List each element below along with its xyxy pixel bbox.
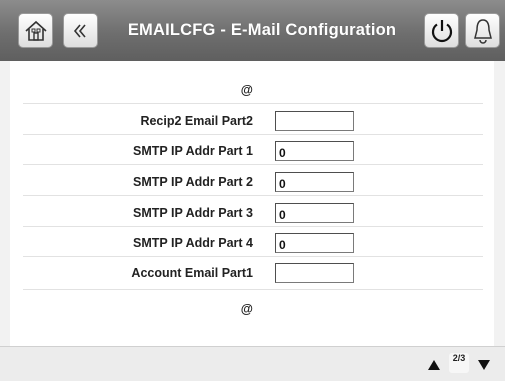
at-symbol-bottom: @ (240, 302, 253, 316)
back-button[interactable] (63, 13, 98, 48)
content-panel: @ Recip2 Email Part2 SMTP IP Addr Part 1… (10, 61, 494, 346)
divider (23, 256, 483, 257)
email-at-row-top: @ (23, 77, 483, 103)
divider (23, 103, 483, 104)
email-at-row-bottom: @ (23, 296, 483, 322)
smtp-ip-addr-part3-label: SMTP IP Addr Part 3 (133, 206, 253, 220)
smtp-ip-addr-part3-row: SMTP IP Addr Part 3 0 (23, 200, 483, 226)
recip2-email-part2-label: Recip2 Email Part2 (140, 114, 253, 128)
smtp-ip-addr-part4-field[interactable]: 0 (275, 233, 354, 253)
alarm-button[interactable] (465, 13, 500, 48)
power-icon (431, 19, 452, 42)
home-icon (24, 20, 47, 41)
divider (23, 195, 483, 196)
smtp-ip-addr-part1-row: SMTP IP Addr Part 1 0 (23, 138, 483, 164)
smtp-ip-addr-part1-label: SMTP IP Addr Part 1 (133, 144, 253, 158)
account-email-part1-label: Account Email Part1 (131, 266, 253, 280)
smtp-ip-addr-part4-label: SMTP IP Addr Part 4 (133, 236, 253, 250)
divider (23, 134, 483, 135)
power-button[interactable] (424, 13, 459, 48)
smtp-ip-addr-part2-label: SMTP IP Addr Part 2 (133, 175, 253, 189)
page-up-icon[interactable] (427, 359, 441, 371)
page-indicator: 2/3 (449, 353, 469, 373)
at-symbol-top: @ (240, 83, 253, 97)
page-title: EMAILCFG - E-Mail Configuration (127, 21, 397, 39)
divider (23, 164, 483, 165)
smtp-ip-addr-part2-row: SMTP IP Addr Part 2 0 (23, 169, 483, 195)
smtp-ip-addr-part1-field[interactable]: 0 (275, 141, 354, 161)
alarm-bell-icon (473, 18, 492, 44)
recip2-email-part2-row: Recip2 Email Part2 (23, 108, 483, 134)
page-down-icon[interactable] (477, 359, 491, 371)
account-email-part1-row: Account Email Part1 (23, 260, 483, 286)
back-icon (73, 23, 86, 38)
smtp-ip-addr-part2-field[interactable]: 0 (275, 172, 354, 192)
header-bar: EMAILCFG - E-Mail Configuration (0, 0, 505, 61)
divider (23, 226, 483, 227)
recip2-email-part2-field[interactable] (275, 111, 354, 131)
account-email-part1-field[interactable] (275, 263, 354, 283)
smtp-ip-addr-part4-row: SMTP IP Addr Part 4 0 (23, 230, 483, 256)
smtp-ip-addr-part3-field[interactable]: 0 (275, 203, 354, 223)
divider (23, 289, 483, 290)
home-button[interactable] (18, 13, 53, 48)
footer-bar: 2/3 (0, 346, 505, 381)
